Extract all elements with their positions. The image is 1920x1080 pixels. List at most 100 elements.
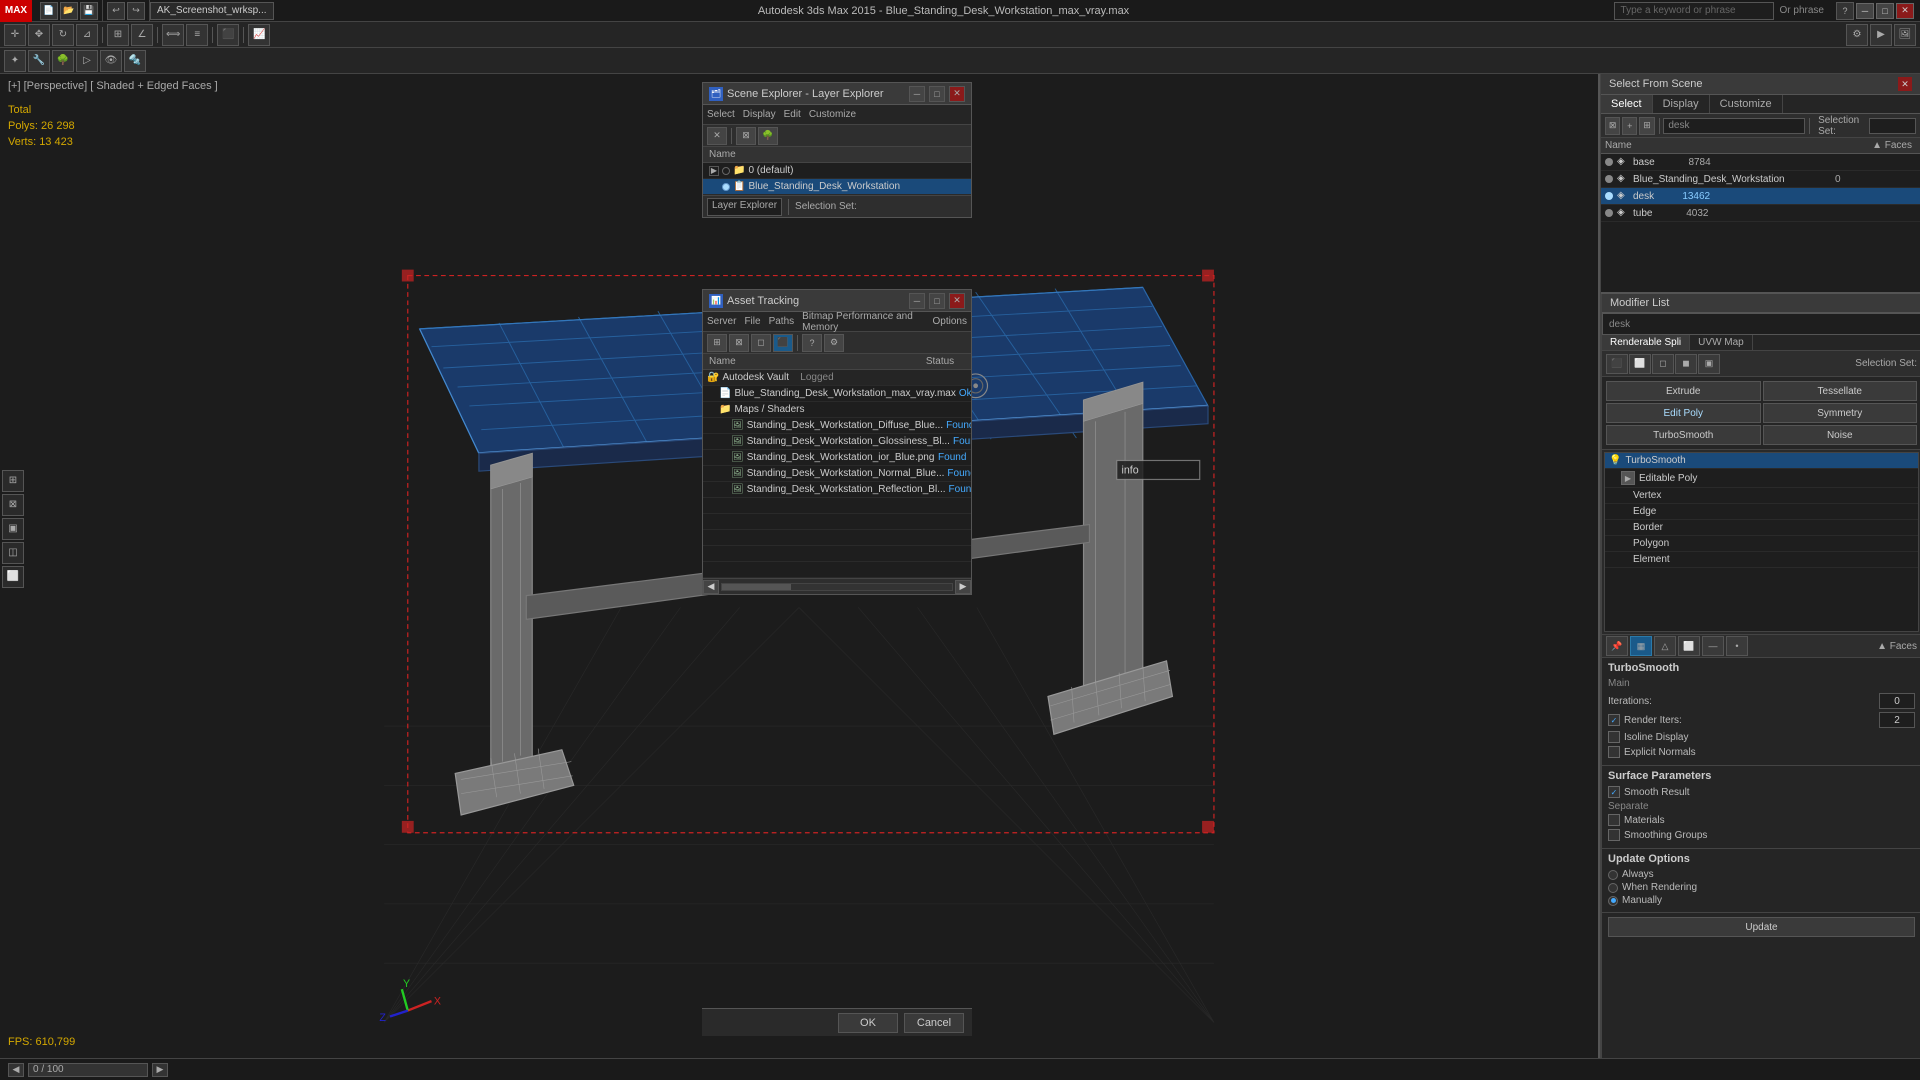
scale-btn[interactable]: ⊿ xyxy=(76,24,98,46)
se-menu-select[interactable]: Select xyxy=(707,109,735,120)
se-menu-customize[interactable]: Customize xyxy=(809,109,856,120)
tab-customize[interactable]: Customize xyxy=(1710,95,1783,113)
display-btn[interactable]: 👁 xyxy=(100,50,122,72)
se-tb-hierarchy[interactable]: 🌳 xyxy=(758,127,778,145)
manually-radio[interactable] xyxy=(1608,896,1618,906)
render-frame-btn[interactable]: 🖼 xyxy=(1894,24,1916,46)
always-radio[interactable] xyxy=(1608,870,1618,880)
ok-button[interactable]: OK xyxy=(838,1013,898,1033)
render-btn[interactable]: ▶ xyxy=(1870,24,1892,46)
at-close[interactable]: ✕ xyxy=(949,293,965,309)
at-row-diffuse[interactable]: 🖼 Standing_Desk_Workstation_Diffuse_Blue… xyxy=(703,418,971,434)
search-field[interactable]: Type a keyword or phrase xyxy=(1614,2,1774,20)
sort-btn[interactable]: ⊞ xyxy=(1639,117,1654,135)
select-scene-close[interactable]: ✕ xyxy=(1898,77,1912,91)
iterations-value[interactable]: 0 xyxy=(1879,693,1915,709)
maximize-button[interactable]: □ xyxy=(1876,3,1894,19)
move-btn[interactable]: ✥ xyxy=(28,24,50,46)
at-tb-settings[interactable]: ⚙ xyxy=(824,334,844,352)
at-menu-paths[interactable]: Paths xyxy=(769,316,795,327)
scroll-left[interactable]: ◀ xyxy=(703,580,719,594)
render-setup-btn[interactable]: ⚙ xyxy=(1846,24,1868,46)
minimize-button[interactable]: ─ xyxy=(1856,3,1874,19)
mod-tab-renderable[interactable]: Renderable Spli xyxy=(1602,335,1690,350)
utilities-btn[interactable]: 🔩 xyxy=(124,50,146,72)
quick-tessellate[interactable]: Tessellate xyxy=(1763,381,1918,401)
se-row-bsdw[interactable]: 📋 Blue_Standing_Desk_Workstation xyxy=(703,179,971,195)
rotate-btn[interactable]: ↻ xyxy=(52,24,74,46)
update-button[interactable]: Update xyxy=(1608,917,1915,937)
mod-btn-2[interactable]: ⬜ xyxy=(1629,354,1651,374)
mod-row-element[interactable]: Element xyxy=(1605,552,1918,568)
motion-btn[interactable]: ▷ xyxy=(76,50,98,72)
se-menu-edit[interactable]: Edit xyxy=(784,109,801,120)
render-iters-value[interactable]: 2 xyxy=(1879,712,1915,728)
scene-table[interactable]: ◈ base 8784 ◈ Blue_Standing_Desk_Worksta… xyxy=(1601,154,1920,292)
tab-display[interactable]: Display xyxy=(1653,95,1710,113)
new-icon[interactable]: 📄 xyxy=(40,2,58,20)
at-menu-server[interactable]: Server xyxy=(707,316,736,327)
modifier-list-area[interactable]: 💡 TurboSmooth ▶ Editable Poly Vertex Edg… xyxy=(1604,452,1919,632)
vp-tool-1[interactable]: ⊞ xyxy=(2,470,24,492)
tab-select[interactable]: Select xyxy=(1601,95,1653,113)
mod-btn-1[interactable]: ⬛ xyxy=(1606,354,1628,374)
quick-turbosmooth[interactable]: TurboSmooth xyxy=(1606,425,1761,445)
at-menu-bitmap[interactable]: Bitmap Performance and Memory xyxy=(802,311,924,333)
materials-checkbox[interactable] xyxy=(1608,814,1620,826)
se-tb-filter[interactable]: ⊠ xyxy=(736,127,756,145)
hierarchy-btn[interactable]: 🌳 xyxy=(52,50,74,72)
mod-row-border[interactable]: Border xyxy=(1605,520,1918,536)
isoline-checkbox[interactable] xyxy=(1608,731,1620,743)
at-row-maps[interactable]: 📁 Maps / Shaders xyxy=(703,402,971,418)
mod-row-editpoly[interactable]: ▶ Editable Poly xyxy=(1605,469,1918,488)
selection-set-dropdown[interactable] xyxy=(1869,118,1916,134)
at-menu-options[interactable]: Options xyxy=(933,316,967,327)
mod-row-edge[interactable]: Edge xyxy=(1605,504,1918,520)
scrollbar-track[interactable] xyxy=(721,583,953,591)
scroll-right[interactable]: ▶ xyxy=(955,580,971,594)
explorer-type-dropdown[interactable]: Layer Explorer xyxy=(707,198,782,216)
smoothing-checkbox[interactable] xyxy=(1608,829,1620,841)
expand-btn[interactable]: + xyxy=(1622,117,1637,135)
save-icon[interactable]: 💾 xyxy=(80,2,98,20)
close-button[interactable]: ✕ xyxy=(1896,3,1914,19)
pin-icon[interactable]: 📌 xyxy=(1606,636,1628,656)
scene-explorer-content[interactable]: Name ▶ 📁 0 (default) 📋 Blue_Standing_Des… xyxy=(703,147,971,195)
when-rendering-radio[interactable] xyxy=(1608,883,1618,893)
mod-tab-uvwmap[interactable]: UVW Map xyxy=(1690,335,1753,350)
mod-row-vertex[interactable]: Vertex xyxy=(1605,488,1918,504)
scene-row-bsdw[interactable]: ◈ Blue_Standing_Desk_Workstation 0 xyxy=(1601,171,1920,188)
redo-icon[interactable]: ↪ xyxy=(127,2,145,20)
filter-btn[interactable]: ⊠ xyxy=(1605,117,1620,135)
vp-tool-5[interactable]: ⬜ xyxy=(2,566,24,588)
mod-btn-5[interactable]: ▣ xyxy=(1698,354,1720,374)
at-row-ior[interactable]: 🖼 Standing_Desk_Workstation_ior_Blue.png… xyxy=(703,450,971,466)
faces-icon[interactable]: ▦ xyxy=(1630,636,1652,656)
expand-icon[interactable]: ▶ xyxy=(1621,471,1635,485)
modifier-search-input[interactable] xyxy=(1602,313,1920,335)
quick-noise[interactable]: Noise xyxy=(1763,425,1918,445)
mod-row-polygon[interactable]: Polygon xyxy=(1605,536,1918,552)
at-maximize[interactable]: □ xyxy=(929,293,945,309)
quick-symmetry[interactable]: Symmetry xyxy=(1763,403,1918,423)
quick-editpoly[interactable]: Edit Poly xyxy=(1606,403,1761,423)
scene-explorer-window[interactable]: 🗂 Scene Explorer - Layer Explorer ─ □ ✕ … xyxy=(702,82,972,218)
angle-snap-btn[interactable]: ∠ xyxy=(131,24,153,46)
curve-editor-btn[interactable]: 📈 xyxy=(248,24,270,46)
vp-tool-4[interactable]: ◫ xyxy=(2,542,24,564)
cancel-button[interactable]: Cancel xyxy=(904,1013,964,1033)
at-tb-2[interactable]: ⊠ xyxy=(729,334,749,352)
help-icon[interactable]: ? xyxy=(1836,2,1854,20)
at-row-glossiness[interactable]: 🖼 Standing_Desk_Workstation_Glossiness_B… xyxy=(703,434,971,450)
edge-icon[interactable]: — xyxy=(1702,636,1724,656)
explicit-checkbox[interactable] xyxy=(1608,746,1620,758)
undo-icon[interactable]: ↩ xyxy=(107,2,125,20)
at-tb-help[interactable]: ? xyxy=(802,334,822,352)
smooth-result-checkbox[interactable]: ✓ xyxy=(1608,786,1620,798)
mirror-btn[interactable]: ⟺ xyxy=(162,24,184,46)
se-row-layer0[interactable]: ▶ 📁 0 (default) xyxy=(703,163,971,179)
at-tb-4[interactable]: ⬛ xyxy=(773,334,793,352)
scrollbar-thumb[interactable] xyxy=(722,584,791,590)
scene-explorer-close[interactable]: ✕ xyxy=(949,86,965,102)
mod-btn-4[interactable]: ◼ xyxy=(1675,354,1697,374)
